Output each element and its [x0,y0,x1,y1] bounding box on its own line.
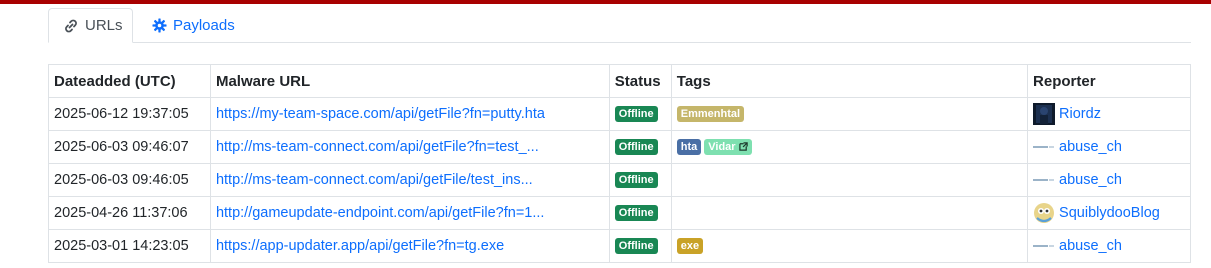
status-cell: Offline [608,163,672,197]
tab-bar: URLs Payloads [48,4,1191,43]
status-cell: Offline [608,97,672,131]
tags-cell: hta Vidar [670,130,1029,164]
table-row: 2025-06-12 19:37:05 https://my-team-space… [48,97,1191,131]
url-cell: http://ms-team-connect.com/api/getFile?f… [209,130,610,164]
tag-label: Emmenhtal [680,108,741,121]
reporter-avatar [1033,202,1055,224]
status-badge: Offline [614,238,658,255]
reporter-link[interactable]: abuse_ch [1059,238,1122,254]
tab-urls-label: URLs [85,17,123,34]
url-cell: http://gameupdate-endpoint.com/api/getFi… [209,196,610,230]
date-cell: 2025-06-03 09:46:05 [48,163,211,197]
column-header-malware-url[interactable]: Malware URL [209,64,610,98]
urls-table: Dateadded (UTC) Malware URL Status Tags … [48,64,1191,263]
tag-badge[interactable]: exe [676,238,704,255]
date-cell: 2025-04-26 11:37:06 [48,196,211,230]
status-badge: Offline [614,139,658,156]
column-header-status[interactable]: Status [608,64,672,98]
reporter-avatar [1033,136,1055,158]
table-row: 2025-04-26 11:37:06 http://gameupdate-end… [48,196,1191,230]
reporter-avatar [1033,235,1055,257]
malware-url-link[interactable]: http://ms-team-connect.com/api/getFile?f… [216,139,539,155]
reporter-cell: SquiblydooBlog [1027,196,1191,230]
status-badge: Offline [614,172,658,189]
table-row: 2025-06-03 09:46:07 http://ms-team-connec… [48,130,1191,164]
tab-payloads[interactable]: Payloads [138,8,249,42]
status-badge: Offline [614,205,658,222]
reporter-cell: abuse_ch [1027,163,1191,197]
url-cell: http://ms-team-connect.com/api/getFile/t… [209,163,610,197]
reporter-avatar [1033,169,1055,191]
column-header-reporter[interactable]: Reporter [1027,64,1191,98]
date-cell: 2025-03-01 14:23:05 [48,229,211,263]
status-cell: Offline [608,130,672,164]
reporter-link[interactable]: abuse_ch [1059,139,1122,155]
date-cell: 2025-06-03 09:46:07 [48,130,211,164]
reporter-link[interactable]: Riordz [1059,106,1101,122]
tag-badge[interactable]: hta [676,139,702,156]
url-cell: https://my-team-space.com/api/getFile?fn… [209,97,610,131]
column-header-dateadded[interactable]: Dateadded (UTC) [48,64,211,98]
tag-label: Vidar [708,141,736,154]
status-cell: Offline [608,229,672,263]
tags-cell: Emmenhtal [670,97,1029,131]
reporter-link[interactable]: SquiblydooBlog [1059,205,1160,221]
tag-label: hta [680,141,698,154]
malware-url-link[interactable]: https://my-team-space.com/api/getFile?fn… [216,106,545,122]
url-cell: https://app-updater.app/api/getFile?fn=t… [209,229,610,263]
tab-urls[interactable]: URLs [48,8,133,43]
date-cell: 2025-06-12 19:37:05 [48,97,211,131]
table-row: 2025-06-03 09:46:05 http://ms-team-connec… [48,163,1191,197]
malware-url-link[interactable]: http://ms-team-connect.com/api/getFile/t… [216,172,533,188]
table-header-row: Dateadded (UTC) Malware URL Status Tags … [48,64,1191,98]
reporter-cell: abuse_ch [1027,130,1191,164]
tag-badge[interactable]: Emmenhtal [676,106,745,123]
reporter-cell: Riordz [1027,97,1191,131]
tags-cell [670,163,1029,197]
tab-payloads-label: Payloads [173,16,235,34]
tags-cell: exe [670,229,1029,263]
tag-label: exe [680,240,700,253]
gear-icon [152,17,167,33]
tags-cell [670,196,1029,230]
status-cell: Offline [608,196,672,230]
external-link-icon [738,141,748,153]
status-badge: Offline [614,106,658,123]
reporter-avatar [1033,103,1056,125]
tag-badge[interactable]: Vidar [704,139,752,156]
table-row: 2025-03-01 14:23:05 https://app-updater.a… [48,229,1191,263]
reporter-cell: abuse_ch [1027,229,1191,263]
malware-url-link[interactable]: http://gameupdate-endpoint.com/api/getFi… [216,205,544,221]
column-header-tags[interactable]: Tags [670,64,1029,98]
reporter-link[interactable]: abuse_ch [1059,172,1122,188]
malware-url-link[interactable]: https://app-updater.app/api/getFile?fn=t… [216,238,504,254]
link-icon [63,18,79,34]
